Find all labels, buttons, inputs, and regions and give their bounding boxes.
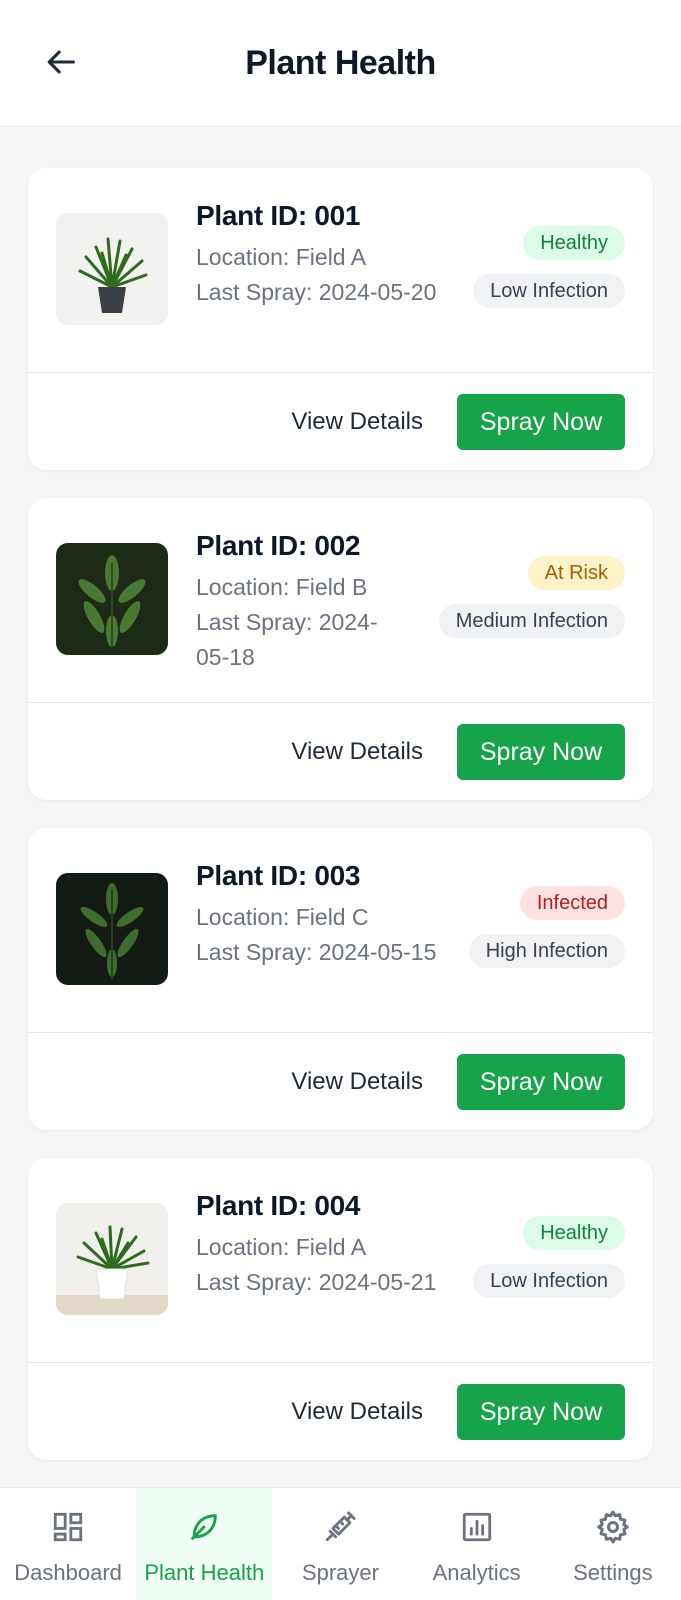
plant-meta: Location: Field A Last Spray: 2024-05-20 [196, 240, 456, 310]
plant-badges: Healthy Low Infection [473, 226, 625, 308]
spray-now-button[interactable]: Spray Now [457, 1054, 625, 1110]
nav-label: Sprayer [301, 1560, 379, 1585]
plant-last-spray: Last Spray: 2024-05-21 [196, 1269, 437, 1295]
plant-id: Plant ID: 001 [196, 200, 361, 231]
card-divider [28, 1032, 653, 1033]
plant-card-info: Plant ID: 004 Location: Field A Last Spr… [28, 1158, 653, 1362]
spray-now-button[interactable]: Spray Now [457, 394, 625, 450]
plant-id: Plant ID: 003 [196, 860, 361, 891]
plant-id: Plant ID: 002 [196, 530, 361, 561]
plant-last-spray: Last Spray: 2024-05-18 [196, 609, 378, 670]
nav-item-sprayer[interactable]: Sprayer [272, 1488, 408, 1600]
nav-item-dashboard[interactable]: Dashboard [0, 1488, 136, 1600]
plant-card-info: Plant ID: 003 Location: Field C Last Spr… [28, 828, 653, 1032]
plant-last-spray: Last Spray: 2024-05-15 [196, 939, 437, 965]
infection-badge: Low Infection [473, 274, 625, 308]
infection-badge: High Infection [468, 934, 625, 968]
plant-card: Plant ID: 004 Location: Field A Last Spr… [28, 1158, 653, 1460]
plant-id: Plant ID: 004 [196, 1190, 361, 1221]
plant-meta: Location: Field C Last Spray: 2024-05-15 [196, 900, 456, 970]
plant-card: Plant ID: 001 Location: Field A Last Spr… [28, 168, 653, 470]
nav-label: Dashboard [14, 1560, 122, 1585]
status-badge: Healthy [523, 1216, 625, 1250]
card-divider [28, 372, 653, 373]
plant-meta: Location: Field B Last Spray: 2024-05-18 [196, 570, 406, 675]
plant-location: Location: Field A [196, 1234, 367, 1260]
infection-badge: Medium Infection [438, 604, 625, 638]
card-divider [28, 1362, 653, 1363]
sprayer-syringe-icon [321, 1508, 359, 1546]
nav-label: Analytics [432, 1560, 521, 1585]
plant-last-spray: Last Spray: 2024-05-20 [196, 279, 437, 305]
status-badge: At Risk [527, 556, 625, 590]
view-details-button[interactable]: View Details [291, 1054, 423, 1110]
plant-location: Location: Field B [196, 574, 368, 600]
plant-card: Plant ID: 002 Location: Field B Last Spr… [28, 498, 653, 800]
plant-card-info: Plant ID: 002 Location: Field B Last Spr… [28, 498, 653, 702]
status-badge: Infected [519, 886, 625, 920]
app-header: Plant Health [0, 0, 681, 127]
view-details-button[interactable]: View Details [291, 724, 423, 780]
nav-item-settings[interactable]: Settings [545, 1488, 681, 1600]
plant-card-info: Plant ID: 001 Location: Field A Last Spr… [28, 168, 653, 372]
view-details-button[interactable]: View Details [291, 1384, 423, 1440]
plant-thumbnail [56, 213, 168, 325]
plant-badges: At Risk Medium Infection [438, 556, 625, 638]
plant-thumbnail [56, 873, 168, 985]
plant-meta: Location: Field A Last Spray: 2024-05-21 [196, 1230, 456, 1300]
nav-item-analytics[interactable]: Analytics [409, 1488, 545, 1600]
spray-now-button[interactable]: Spray Now [457, 1384, 625, 1440]
nav-label: Plant Health [144, 1560, 265, 1585]
view-details-button[interactable]: View Details [291, 394, 423, 450]
bottom-nav: Dashboard Plant Health Sprayer Analytics [0, 1487, 681, 1600]
dashboard-grid-icon [49, 1508, 87, 1546]
plant-card: Plant ID: 003 Location: Field C Last Spr… [28, 828, 653, 1130]
card-divider [28, 702, 653, 703]
gear-icon [594, 1508, 632, 1546]
page-title: Plant Health [245, 44, 436, 82]
status-badge: Healthy [523, 226, 625, 260]
bar-chart-icon [458, 1508, 496, 1546]
spray-now-button[interactable]: Spray Now [457, 724, 625, 780]
plant-location: Location: Field A [196, 244, 367, 270]
nav-label: Settings [573, 1560, 653, 1585]
leaf-icon [185, 1508, 223, 1546]
plant-thumbnail [56, 543, 168, 655]
plant-location: Location: Field C [196, 904, 369, 930]
plant-badges: Infected High Infection [468, 886, 625, 968]
plant-badges: Healthy Low Infection [473, 1216, 625, 1298]
infection-badge: Low Infection [473, 1264, 625, 1298]
nav-item-plant-health[interactable]: Plant Health [136, 1488, 273, 1600]
plant-thumbnail [56, 1203, 168, 1315]
